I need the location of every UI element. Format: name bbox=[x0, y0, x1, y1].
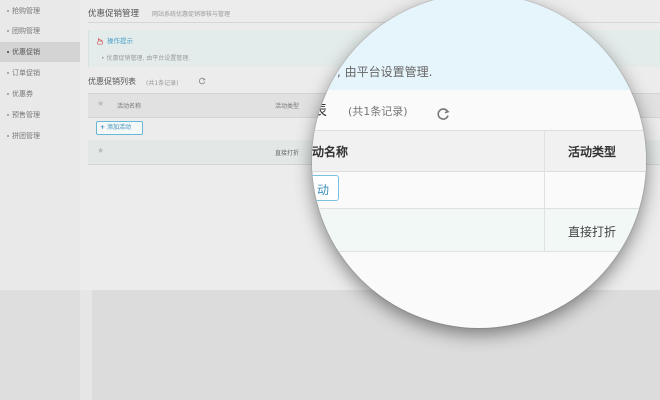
magnified-column-header-type[interactable]: 活动类型 bbox=[568, 143, 616, 160]
bullet-icon bbox=[7, 72, 9, 74]
star-icon[interactable]: ★ bbox=[97, 100, 104, 108]
page-title: 优惠促销管理 bbox=[88, 9, 140, 19]
sidebar-item-presale[interactable]: 预售管理 bbox=[0, 105, 80, 125]
magnified-list-count: (共1条记录) bbox=[348, 105, 408, 118]
add-activity-button[interactable]: + 添加活动 bbox=[96, 121, 143, 135]
list-count: (共1条记录) bbox=[146, 80, 179, 87]
tips-header[interactable]: 操作提示 bbox=[96, 35, 133, 45]
sidebar-item-order-promotions[interactable]: 订单促销 bbox=[0, 63, 80, 83]
tips-text: 优惠促销管理, 由平台设置管理. bbox=[106, 55, 191, 62]
sidebar-item-flash-sale[interactable]: 抢购管理 bbox=[0, 1, 80, 21]
row-activity-type: 直接打折 bbox=[275, 150, 300, 157]
sidebar-item-coupons[interactable]: 优惠券 bbox=[0, 84, 80, 104]
sidebar-item-label: 预售管理 bbox=[12, 111, 40, 119]
refresh-icon[interactable] bbox=[198, 77, 206, 85]
magnified-list-title: 表 bbox=[312, 101, 328, 119]
magnified-row-activity-type: 直接打折 bbox=[568, 225, 617, 239]
bullet-icon bbox=[7, 51, 9, 53]
sidebar-item-team-buy[interactable]: 拼团管理 bbox=[0, 126, 80, 146]
sidebar-item-label: 抢购管理 bbox=[12, 7, 40, 15]
magnified-column-header-name[interactable]: 动名称 bbox=[312, 143, 348, 160]
hand-pointer-icon bbox=[97, 37, 103, 45]
magnified-table-row[interactable]: 直接打折 bbox=[312, 208, 646, 252]
bullet-icon bbox=[7, 10, 9, 12]
bullet-icon bbox=[7, 93, 9, 95]
sidebar-item-label: 拼团管理 bbox=[12, 132, 40, 140]
sidebar-item-promotions[interactable]: 优惠促销 bbox=[0, 42, 80, 62]
bullet-icon bbox=[7, 135, 9, 137]
column-divider bbox=[544, 209, 545, 251]
magnifier-lens: , 由平台设置管理. 表 (共1条记录) 动名称 活动类型 动 直接打折 bbox=[312, 0, 646, 328]
magnified-add-activity-button[interactable]: 动 bbox=[312, 175, 339, 201]
add-activity-label: 添加活动 bbox=[107, 124, 132, 131]
bullet-icon bbox=[7, 30, 9, 32]
sidebar-item-label: 优惠券 bbox=[12, 90, 33, 98]
magnified-tips-text: , 由平台设置管理. bbox=[337, 65, 433, 79]
sidebar-item-label: 团购管理 bbox=[12, 27, 40, 35]
star-icon[interactable]: ★ bbox=[97, 147, 104, 155]
sidebar-item-label: 订单促销 bbox=[12, 69, 40, 77]
magnified-table-header: 动名称 活动类型 bbox=[312, 130, 646, 172]
list-title: 优惠促销列表 bbox=[88, 77, 136, 86]
content-edge bbox=[80, 290, 92, 400]
tips-heading: 操作提示 bbox=[107, 37, 133, 45]
bullet-icon bbox=[7, 114, 9, 116]
page-subtitle: 网站系统优惠促销审核与管理 bbox=[152, 11, 231, 18]
sidebar-item-group-buy[interactable]: 团购管理 bbox=[0, 21, 80, 41]
column-header-name[interactable]: 活动名称 bbox=[117, 101, 141, 110]
sidebar-item-label: 优惠促销 bbox=[12, 48, 40, 56]
plus-icon: + bbox=[100, 124, 106, 131]
tips-text-line: • 优惠促销管理, 由平台设置管理. bbox=[101, 55, 191, 62]
empty-background bbox=[92, 290, 660, 400]
magnified-add-activity-label: 动 bbox=[317, 183, 330, 197]
refresh-icon[interactable] bbox=[436, 107, 450, 121]
sidebar: 抢购管理 团购管理 优惠促销 订单促销 优惠券 预售管理 拼团管理 bbox=[0, 0, 80, 290]
column-header-type[interactable]: 活动类型 bbox=[275, 101, 299, 110]
